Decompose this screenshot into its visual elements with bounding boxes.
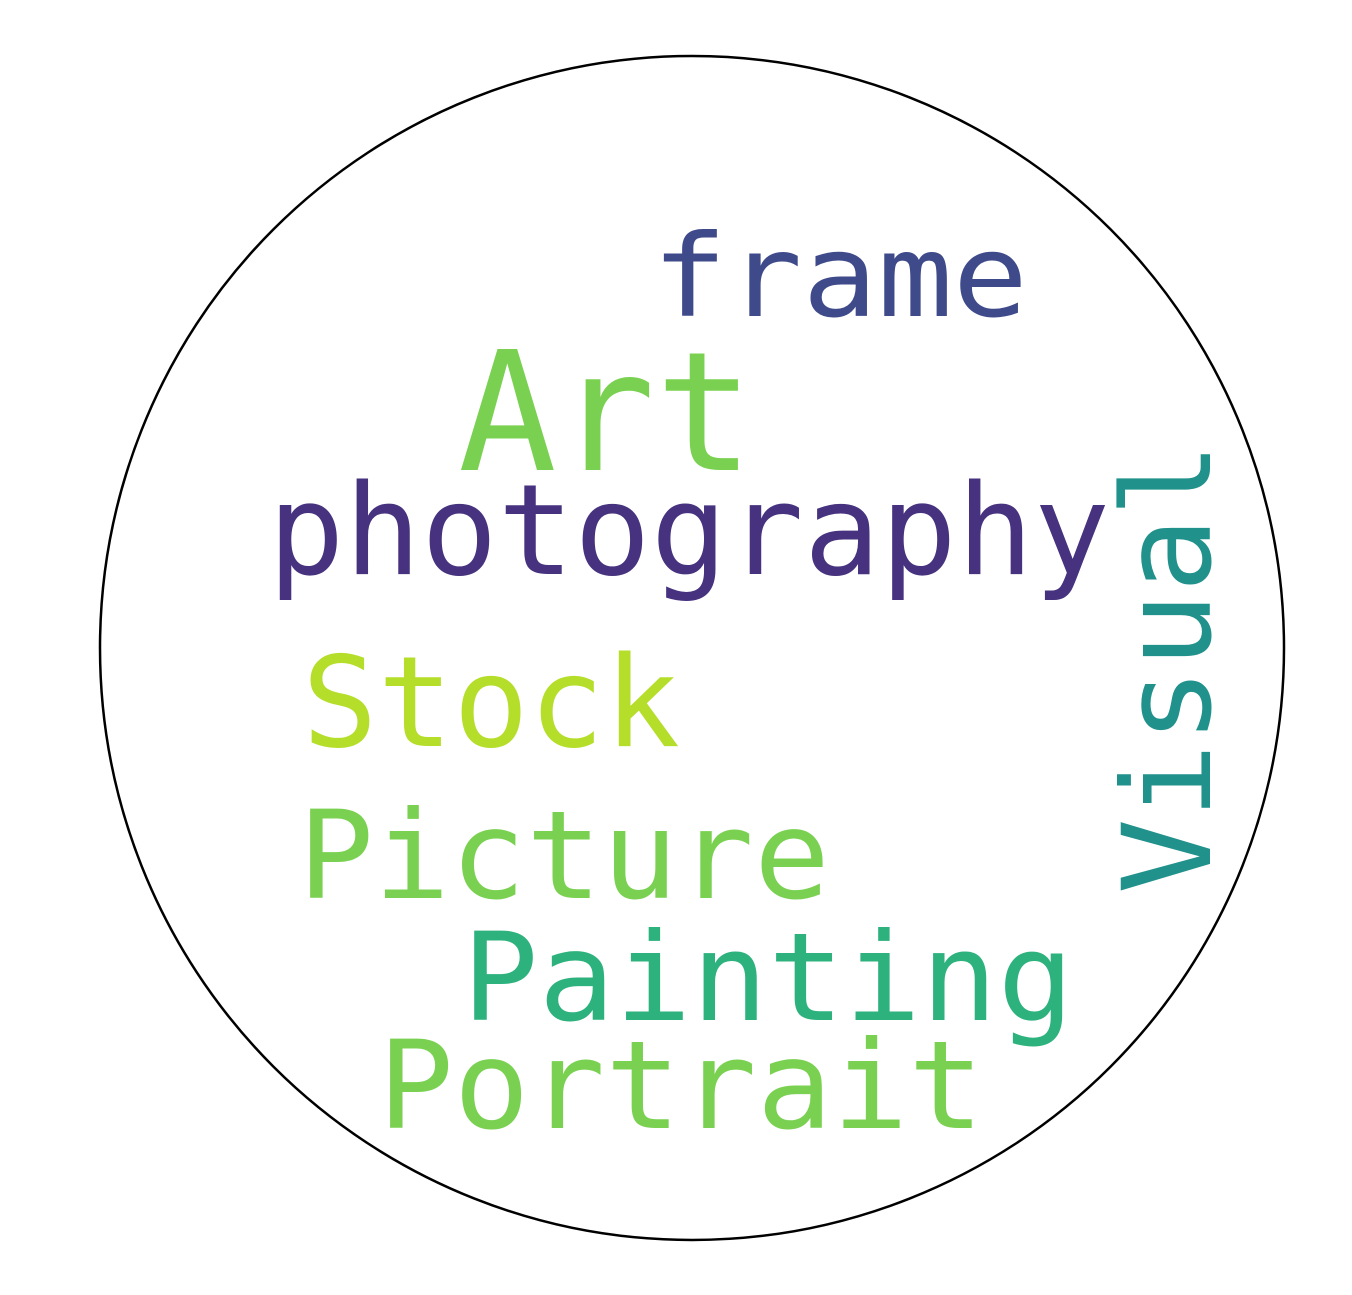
word-cloud: frame Art photography Visual Stock Pictu… xyxy=(98,54,1286,1242)
word-stock: Stock xyxy=(302,629,680,776)
word-portrait: Portrait xyxy=(378,1015,984,1157)
word-picture: Picture xyxy=(298,785,830,927)
word-visual: Visual xyxy=(1097,442,1239,894)
word-photography: photography xyxy=(268,457,1110,604)
